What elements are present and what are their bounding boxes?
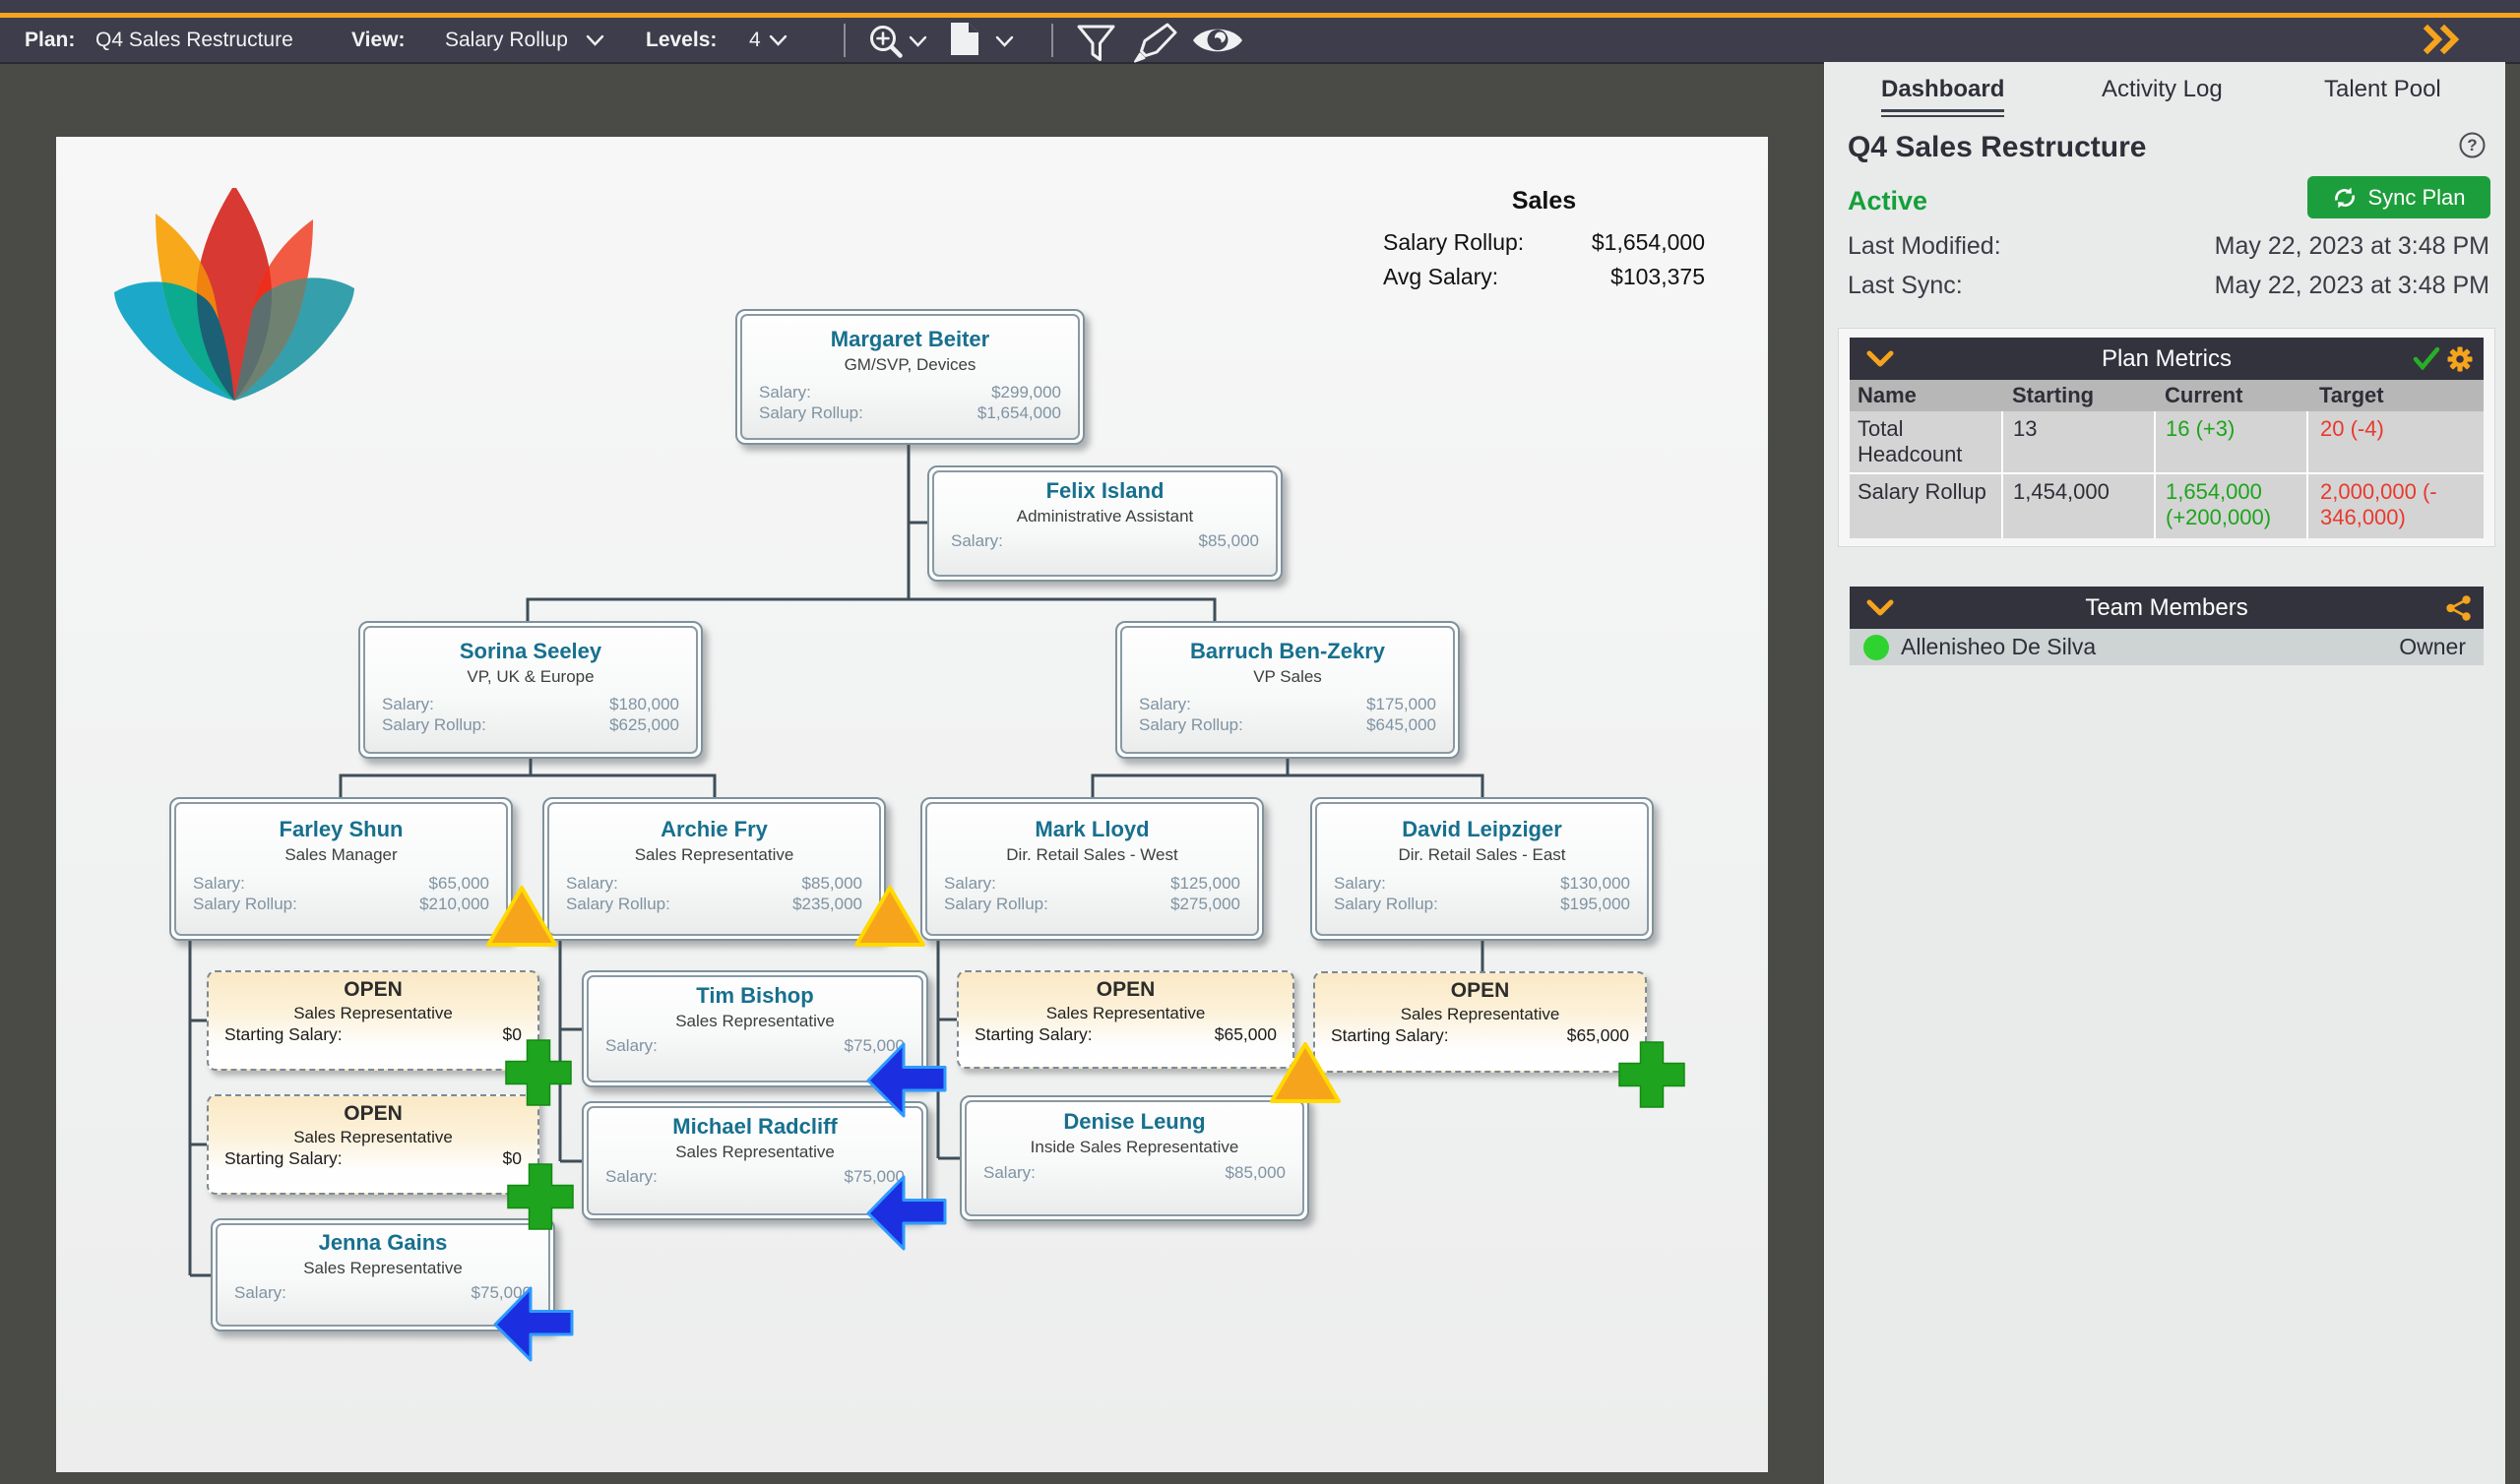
svg-text:?: ?	[2467, 136, 2477, 155]
